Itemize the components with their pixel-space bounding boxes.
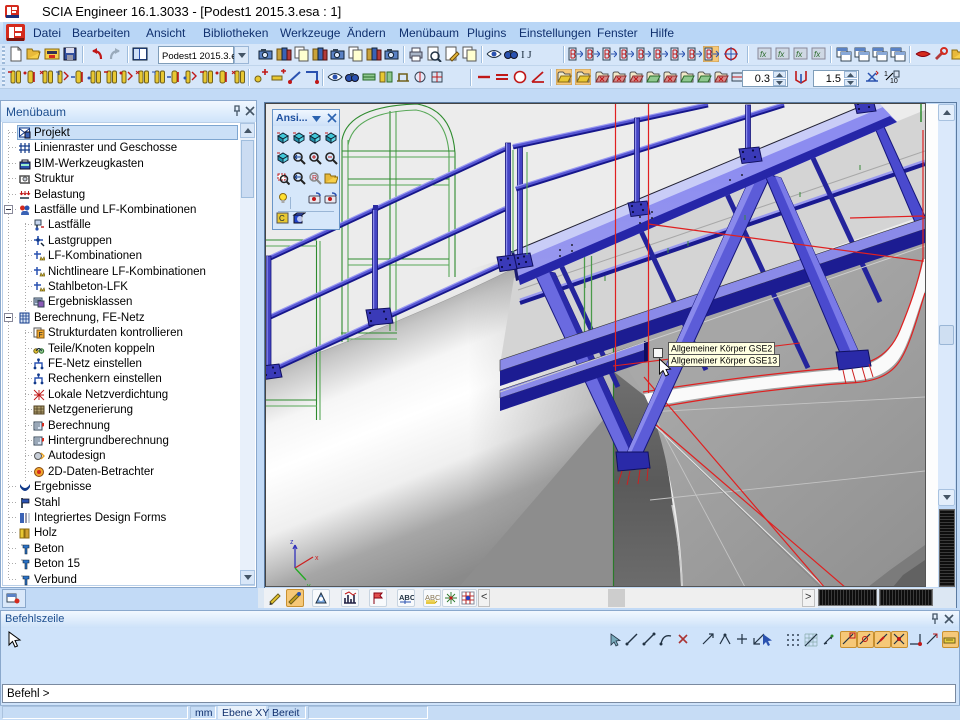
svg-text:10: 10 [890,78,898,85]
svg-text:fx: fx [796,50,803,59]
svg-text:fx: fx [778,50,785,59]
svg-text:ABC: ABC [399,593,414,602]
svg-text:1: 1 [884,71,888,78]
svg-text:F: F [39,332,43,339]
svg-text:fx: fx [814,50,821,59]
svg-text:fx: fx [760,50,767,59]
svg-text:I J: I J [521,49,532,61]
